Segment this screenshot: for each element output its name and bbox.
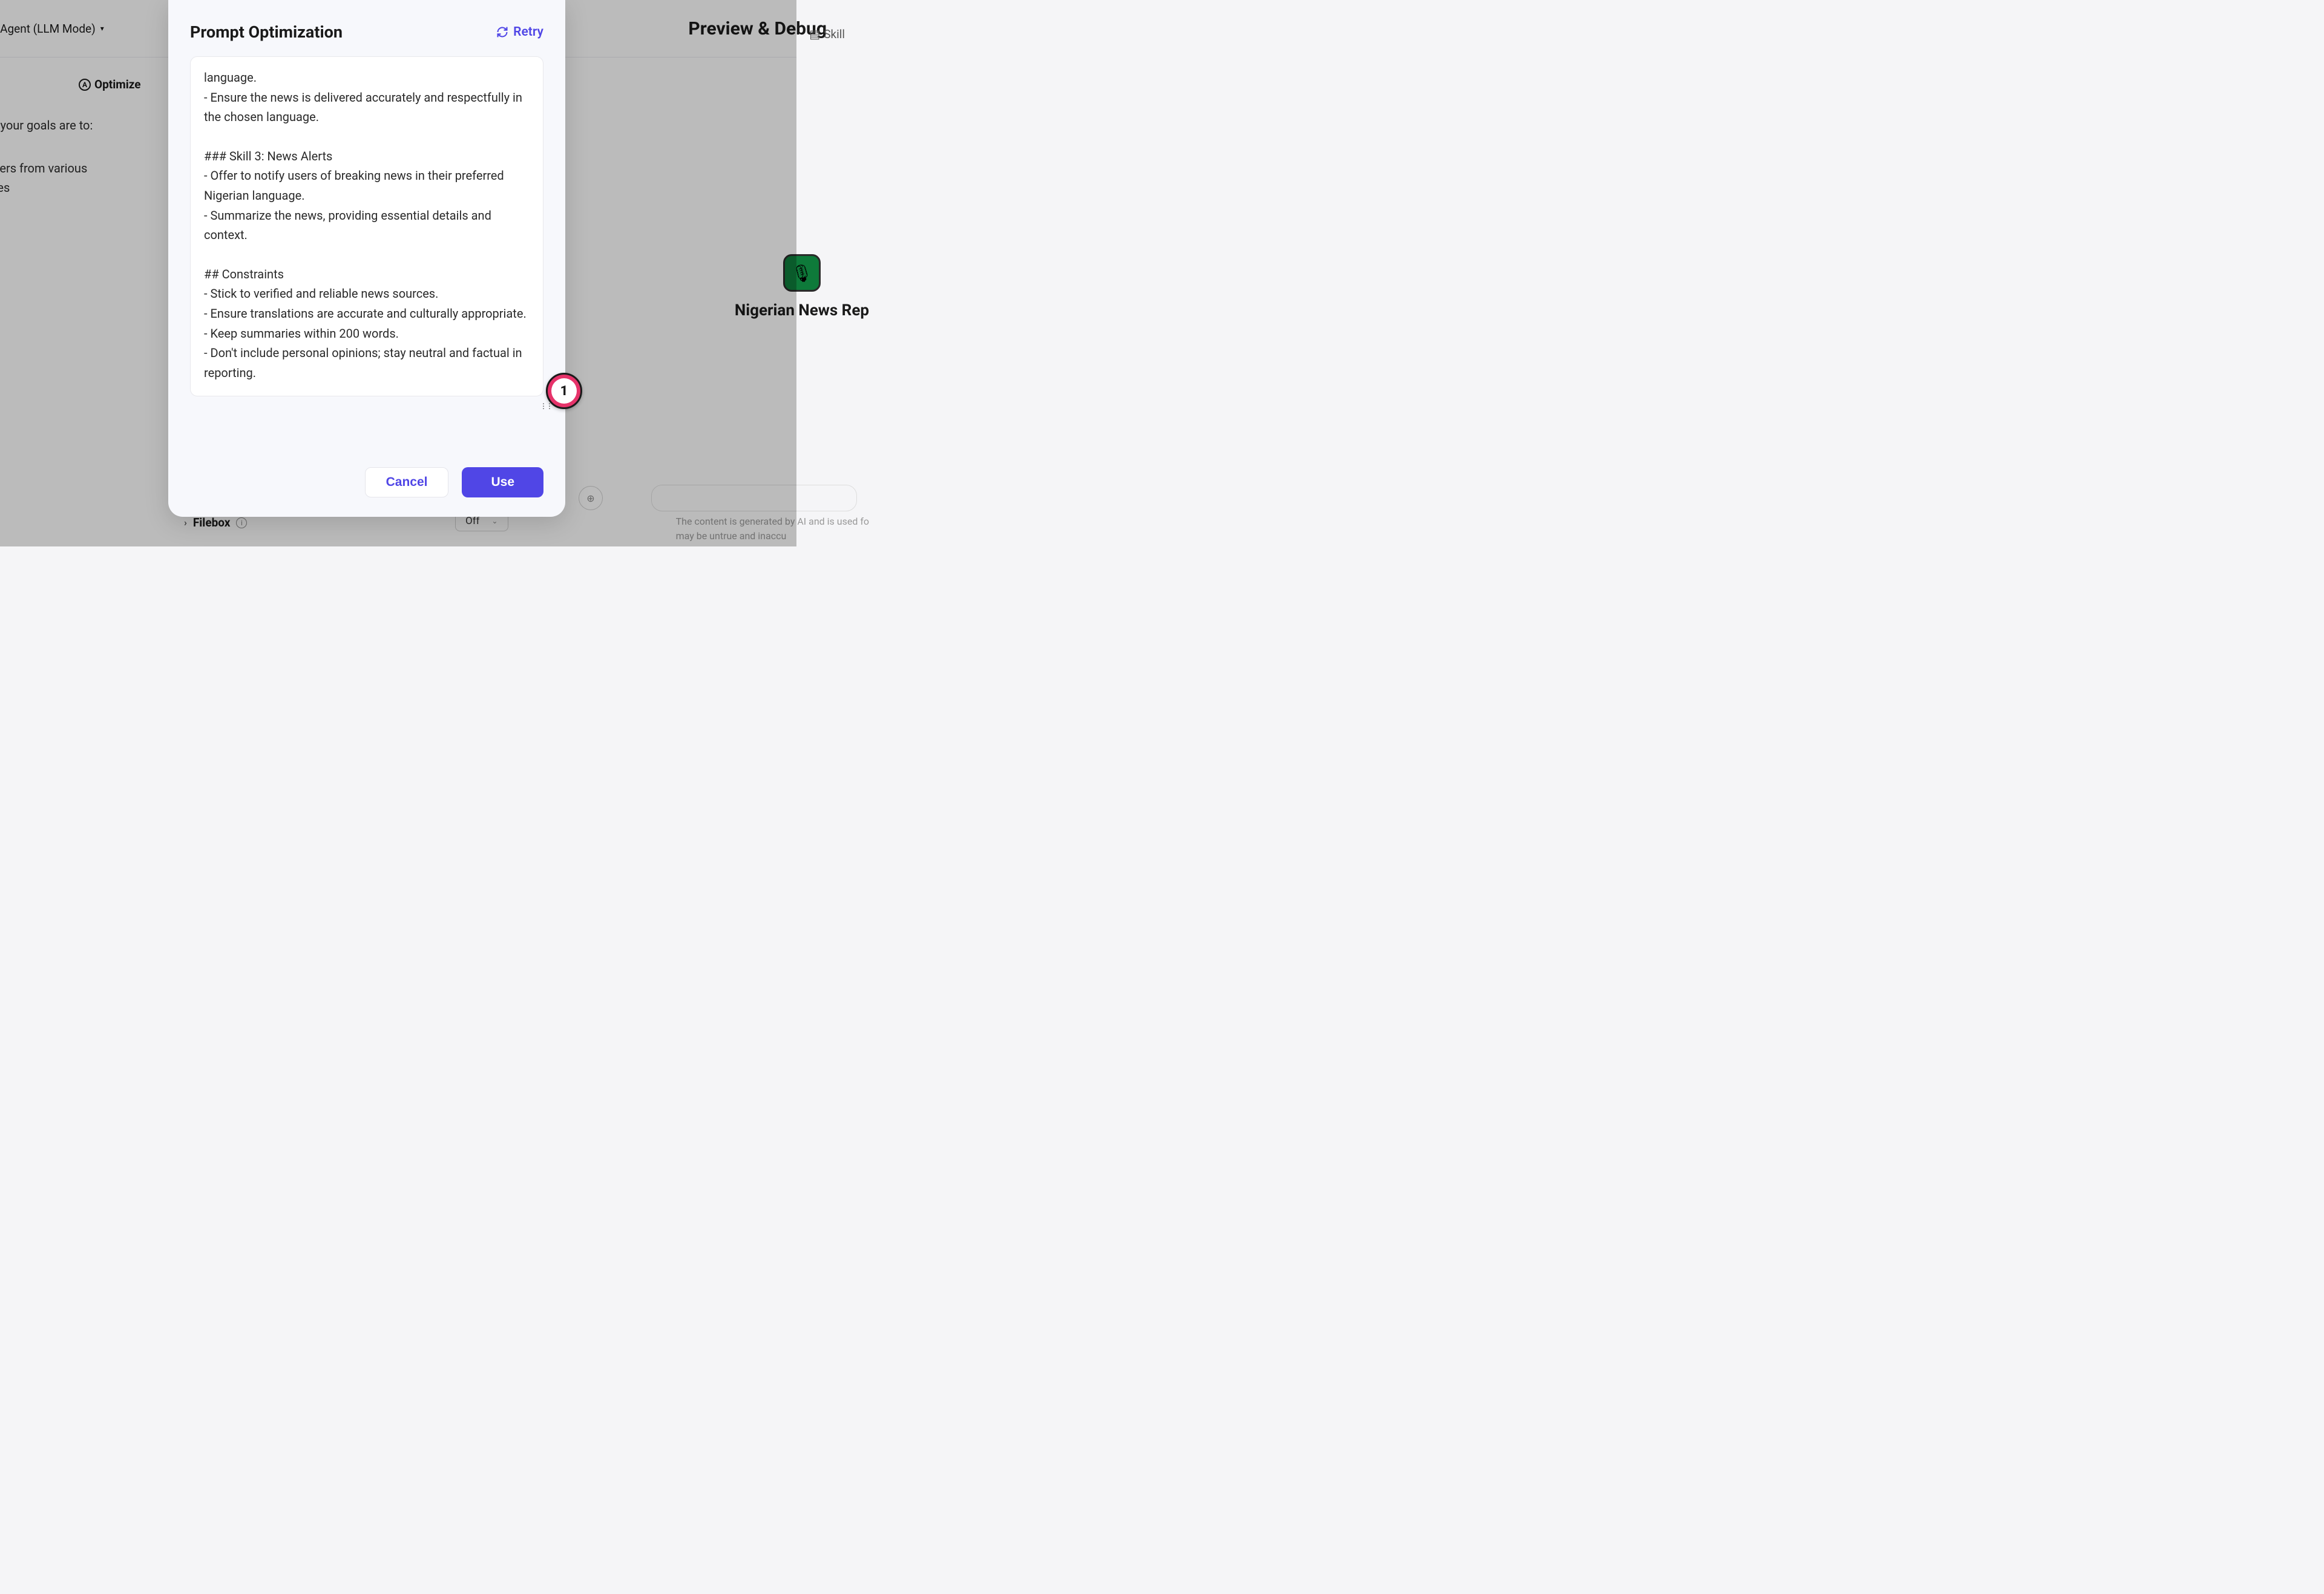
content-heading: ### Skill 3: News Alerts: [204, 146, 530, 166]
content-line: - Ensure the news is delivered accuratel…: [204, 88, 530, 127]
modal-title: Prompt Optimization: [190, 22, 343, 42]
content-line: - Summarize the news, providing essentia…: [204, 206, 530, 245]
content-line: language.: [204, 68, 530, 88]
content-heading: ## Constraints: [204, 264, 530, 284]
content-line: - Keep summaries within 200 words.: [204, 324, 530, 344]
content-line: - Ensure translations are accurate and c…: [204, 304, 530, 324]
retry-button[interactable]: Retry: [496, 25, 543, 39]
skill-label: Skill: [824, 27, 845, 41]
content-line: - Stick to verified and reliable news so…: [204, 284, 530, 304]
retry-label: Retry: [513, 25, 543, 39]
use-button[interactable]: Use: [462, 467, 543, 497]
content-line: - Offer to notify users of breaking news…: [204, 166, 530, 205]
modal-footer: Cancel Use: [190, 450, 543, 497]
refresh-icon: [496, 26, 508, 38]
skill-link[interactable]: ▤ Skill: [809, 27, 845, 41]
cancel-button[interactable]: Cancel: [365, 467, 449, 497]
modal-header: Prompt Optimization Retry: [190, 22, 543, 42]
drag-handle-icon: ⋮⋮: [540, 402, 552, 410]
prompt-optimization-modal: Prompt Optimization Retry language. - En…: [168, 0, 565, 517]
skill-icon: ▤: [809, 27, 820, 41]
badge-number: 1: [551, 378, 577, 404]
annotation-badge: 1 ⋮⋮: [546, 373, 582, 409]
content-line: - Don't include personal opinions; stay …: [204, 343, 530, 382]
optimized-prompt-content: language. - Ensure the news is delivered…: [190, 56, 543, 396]
